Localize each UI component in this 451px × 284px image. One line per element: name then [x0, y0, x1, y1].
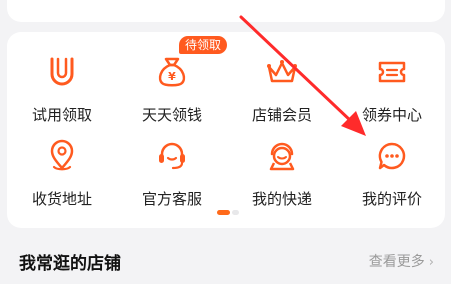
grid-item-coupon-center[interactable]: 领券中心: [337, 46, 447, 130]
page-indicator-active: [217, 210, 230, 215]
courier-icon: [262, 136, 302, 176]
grid-item-label: 店铺会员: [251, 106, 312, 124]
page-indicator: [217, 210, 239, 215]
page-indicator-inactive: [232, 210, 239, 215]
grid-item-trial[interactable]: 试用领取: [7, 46, 117, 130]
grid-item-label: 收货地址: [31, 190, 92, 208]
chevron-right-icon: ›: [428, 255, 434, 270]
grid-item-label: 领券中心: [361, 106, 422, 124]
services-grid: 试用领取 待领取 ¥ 天天领钱 店铺会员 领券中心 收货地址 官方客服 我的快递…: [7, 32, 445, 228]
frequent-stores-section: 我常逛的店铺 查看更多 ›: [0, 236, 451, 284]
grid-item-my-courier[interactable]: 我的快递: [227, 130, 337, 214]
coupon-icon: [372, 52, 412, 92]
u-magnet-icon: [42, 52, 82, 92]
section-title: 我常逛的店铺: [19, 254, 121, 274]
grid-item-shipping-address[interactable]: 收货地址: [7, 130, 117, 214]
view-more-link[interactable]: 查看更多 ›: [369, 251, 434, 271]
grid-item-official-service[interactable]: 官方客服: [117, 130, 227, 214]
chat-bubble-icon: [372, 136, 412, 176]
view-more-label: 查看更多: [368, 254, 425, 270]
grid-item-label: 天天领钱: [141, 106, 202, 124]
crown-icon: [262, 52, 302, 92]
money-bag-icon: ¥: [152, 52, 192, 92]
grid-item-daily-money[interactable]: 待领取 ¥ 天天领钱: [117, 36, 228, 130]
grid-item-my-reviews[interactable]: 我的评价: [337, 130, 447, 214]
svg-text:¥: ¥: [168, 70, 176, 83]
services-card: 试用领取 待领取 ¥ 天天领钱 店铺会员 领券中心 收货地址 官方客服 我的快递…: [7, 32, 445, 228]
grid-item-label: 官方客服: [141, 190, 202, 208]
grid-item-store-member[interactable]: 店铺会员: [227, 46, 337, 130]
pending-badge: 待领取: [179, 36, 228, 54]
previous-card: [7, 0, 445, 22]
grid-item-label: 我的快递: [251, 190, 312, 208]
location-pin-icon: [42, 136, 82, 176]
headset-icon: [152, 136, 192, 176]
grid-item-label: 试用领取: [31, 106, 92, 124]
grid-item-label: 我的评价: [361, 190, 422, 208]
